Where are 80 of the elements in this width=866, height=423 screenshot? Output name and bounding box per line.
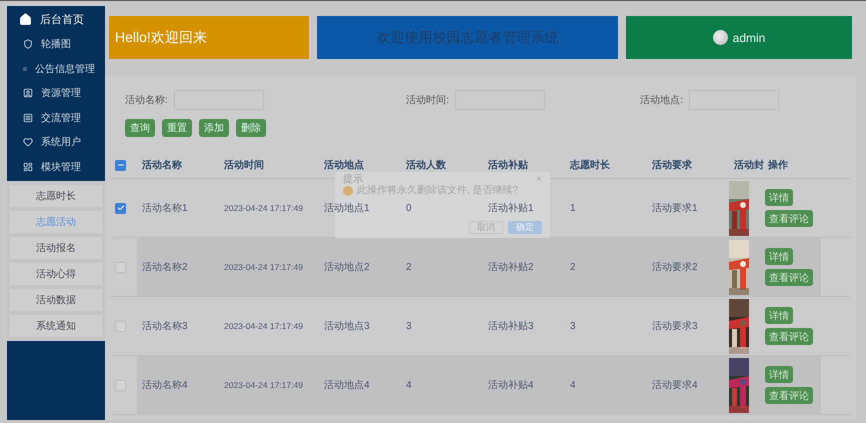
table-cell-text: 活动地点2 xyxy=(323,260,370,274)
column-header: 活动人数 xyxy=(405,158,447,172)
submenu-item[interactable]: 活动心得 xyxy=(10,263,102,285)
table-cell-text: 2 xyxy=(569,262,576,272)
table-cell-text: 2023-04-24 17:17:49 xyxy=(223,262,303,272)
table-cell-text: 活动地点3 xyxy=(323,320,370,333)
submenu-item[interactable]: 志愿时长 xyxy=(10,185,102,207)
sidebar-item[interactable]: 公告信息管理 xyxy=(35,62,95,76)
table-cell-text: 活动名称3 xyxy=(141,320,188,333)
username[interactable]: admin xyxy=(732,30,766,44)
table-cell-text: 3 xyxy=(569,320,576,332)
table-cell-text: 2023-04-24 17:17:49 xyxy=(223,321,303,331)
action-button[interactable]: 删除 xyxy=(236,119,266,137)
column-header: 活动名称 xyxy=(141,158,183,172)
heart-icon xyxy=(23,137,33,148)
dashboard-icon xyxy=(23,162,33,172)
table-cell-text: 2023-04-24 17:17:49 xyxy=(223,203,303,213)
details-button[interactable]: 详情 xyxy=(765,307,793,324)
column-header: 操作 xyxy=(766,158,789,172)
table-cell-text: 活动名称4 xyxy=(141,379,188,392)
sidebar-item[interactable]: 系统用户 xyxy=(41,135,81,150)
table-cell-text: 2023-04-24 17:17:49 xyxy=(223,380,303,390)
column-header: 志愿时长 xyxy=(568,158,611,172)
table-cell-text: 活动要求3 xyxy=(651,320,698,333)
table-cell-text: 0 xyxy=(405,202,412,214)
details-button[interactable]: 详情 xyxy=(765,366,793,383)
sidebar-item[interactable]: 轮播图 xyxy=(41,37,71,52)
submenu-item[interactable]: 活动数据 xyxy=(10,289,102,311)
action-button[interactable]: 查询 xyxy=(125,119,155,137)
table-cell-text: 活动地点1 xyxy=(323,202,370,215)
system-title: 欢迎使用校园志愿者管理系统 xyxy=(316,16,618,59)
review-button[interactable]: 查看评论 xyxy=(765,210,813,227)
review-button[interactable]: 查看评论 xyxy=(765,328,813,345)
column-header: 活动封 xyxy=(733,158,763,172)
table-cell-text: 活动补贴1 xyxy=(487,202,534,215)
column-header: 活动时间 xyxy=(223,158,265,172)
table-cell-text: 活动补贴3 xyxy=(487,320,534,333)
submenu-item[interactable]: 活动报名 xyxy=(10,237,102,259)
review-button[interactable]: 查看评论 xyxy=(765,269,813,286)
list-square-icon xyxy=(23,112,33,123)
table-cell-text: 活动名称1 xyxy=(141,202,188,215)
column-header: 活动地点 xyxy=(323,158,365,172)
action-button[interactable]: 添加 xyxy=(199,119,229,137)
home-icon xyxy=(19,12,32,26)
table-cell-text: 活动补贴2 xyxy=(487,260,534,274)
field-label: 活动地点: xyxy=(639,94,683,107)
row-checkbox[interactable] xyxy=(115,202,126,214)
warning-icon xyxy=(343,186,353,196)
dialog-title: 提示 xyxy=(343,174,363,185)
user-square-icon xyxy=(23,88,33,98)
review-button[interactable]: 查看评论 xyxy=(765,387,813,404)
table-cell-text: 活动要求1 xyxy=(651,202,698,215)
field-label: 活动时间: xyxy=(405,94,449,107)
action-button[interactable]: 重置 xyxy=(162,119,192,137)
sidebar-item[interactable]: 资源管理 xyxy=(41,86,81,100)
details-button[interactable]: 详情 xyxy=(765,189,793,206)
submenu-item[interactable]: 志愿活动 xyxy=(10,211,102,233)
greeting-banner: Hello!欢迎回来 xyxy=(109,16,309,59)
table-cell-text: 3 xyxy=(405,320,412,332)
field-label: 活动名称: xyxy=(125,94,168,107)
table-cell-text: 1 xyxy=(569,202,576,214)
home-link[interactable]: 后台首页 xyxy=(40,12,84,26)
table-cell-text: 活动补贴4 xyxy=(487,378,534,392)
table-cell-text: 活动要求2 xyxy=(651,260,698,274)
table-cell-text: 2 xyxy=(405,262,412,272)
table-cell-text: 活动要求4 xyxy=(651,378,698,392)
sidebar-item[interactable]: 交流管理 xyxy=(41,110,81,125)
column-header: 活动要求 xyxy=(651,158,693,172)
select-all-checkbox[interactable] xyxy=(115,160,126,170)
table-cell-text: 活动名称2 xyxy=(141,261,188,274)
check-icon xyxy=(116,204,124,212)
shield-icon xyxy=(23,39,33,50)
details-button[interactable]: 详情 xyxy=(765,248,793,265)
avatar-icon xyxy=(712,30,728,45)
table-cell-text: 活动地点4 xyxy=(323,378,370,392)
submenu-item[interactable]: 系统通知 xyxy=(10,315,102,337)
table-cell-text: 4 xyxy=(405,380,412,390)
sidebar-item[interactable]: 模块管理 xyxy=(41,160,81,174)
table-cell-text: 4 xyxy=(569,380,576,390)
column-header: 活动补贴 xyxy=(487,158,529,172)
